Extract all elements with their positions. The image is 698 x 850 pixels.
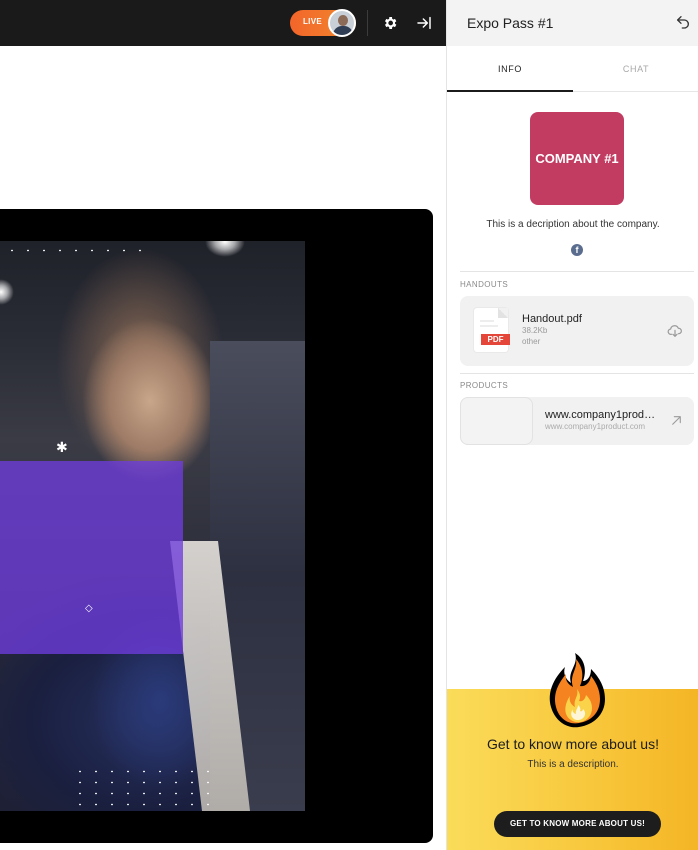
company-logo: COMPANY #1: [530, 112, 624, 205]
company-logo-text: COMPANY #1: [535, 151, 619, 166]
stage-light: [0, 279, 14, 305]
external-link-icon[interactable]: [670, 414, 683, 427]
dot-pattern: [72, 766, 222, 808]
facebook-icon[interactable]: f: [571, 244, 583, 256]
handout-item[interactable]: PDF Handout.pdf 38.2Kb other: [460, 296, 694, 366]
tab-info[interactable]: INFO: [447, 46, 573, 92]
purple-overlay: [0, 461, 183, 654]
divider: [460, 271, 694, 272]
sparkle-icon: ✱: [56, 439, 68, 455]
undo-arrow-icon[interactable]: [675, 14, 693, 32]
sidebar-title: Expo Pass #1: [467, 15, 554, 31]
video-frame: ✱ ◇: [0, 209, 433, 843]
live-label: LIVE: [303, 17, 322, 26]
avatar[interactable]: [328, 9, 356, 37]
product-name: www.company1product.com: [545, 409, 660, 421]
sidebar-tabs: INFO CHAT: [447, 46, 698, 92]
dot-pattern: [4, 245, 144, 253]
get-to-know-more-button[interactable]: GET TO KNOW MORE ABOUT US!: [494, 811, 661, 837]
top-bar: LIVE: [0, 0, 446, 46]
gear-icon[interactable]: [380, 13, 400, 33]
handout-size: 38.2Kb: [522, 326, 548, 335]
promo-description: This is a description.: [527, 759, 619, 770]
company-description: This is a decription about the company.: [486, 219, 660, 230]
handout-name: Handout.pdf: [522, 313, 582, 325]
handouts-label: HANDOUTS: [460, 280, 509, 289]
arrow-right-to-bar-icon[interactable]: [414, 13, 434, 33]
tab-chat[interactable]: CHAT: [573, 46, 698, 92]
cloud-download-icon[interactable]: [667, 323, 683, 339]
sidebar-header: Expo Pass #1: [447, 0, 698, 46]
divider: [460, 373, 694, 374]
diamond-icon: ◇: [85, 603, 93, 614]
sidebar: Expo Pass #1 INFO CHAT COMPANY #1 This i…: [446, 0, 698, 850]
products-label: PRODUCTS: [460, 381, 509, 390]
pdf-file-icon: PDF: [474, 308, 510, 352]
promo-title: Get to know more about us!: [487, 736, 659, 752]
stage-area: LIVE ✱ ◇: [0, 0, 446, 850]
product-url: www.company1product.com: [545, 422, 646, 431]
stage-light: [205, 241, 245, 257]
product-item[interactable]: www.company1product.com www.company1prod…: [460, 397, 694, 445]
divider: [367, 10, 368, 36]
pdf-badge: PDF: [481, 334, 510, 345]
product-thumbnail: [460, 397, 533, 445]
video-stream[interactable]: ✱ ◇: [0, 241, 305, 811]
app-root: LIVE ✱ ◇ Expo Pass #1 INFO CHAT COMPANY …: [0, 0, 698, 850]
handout-type: other: [522, 337, 541, 346]
fire-icon: [545, 649, 609, 731]
